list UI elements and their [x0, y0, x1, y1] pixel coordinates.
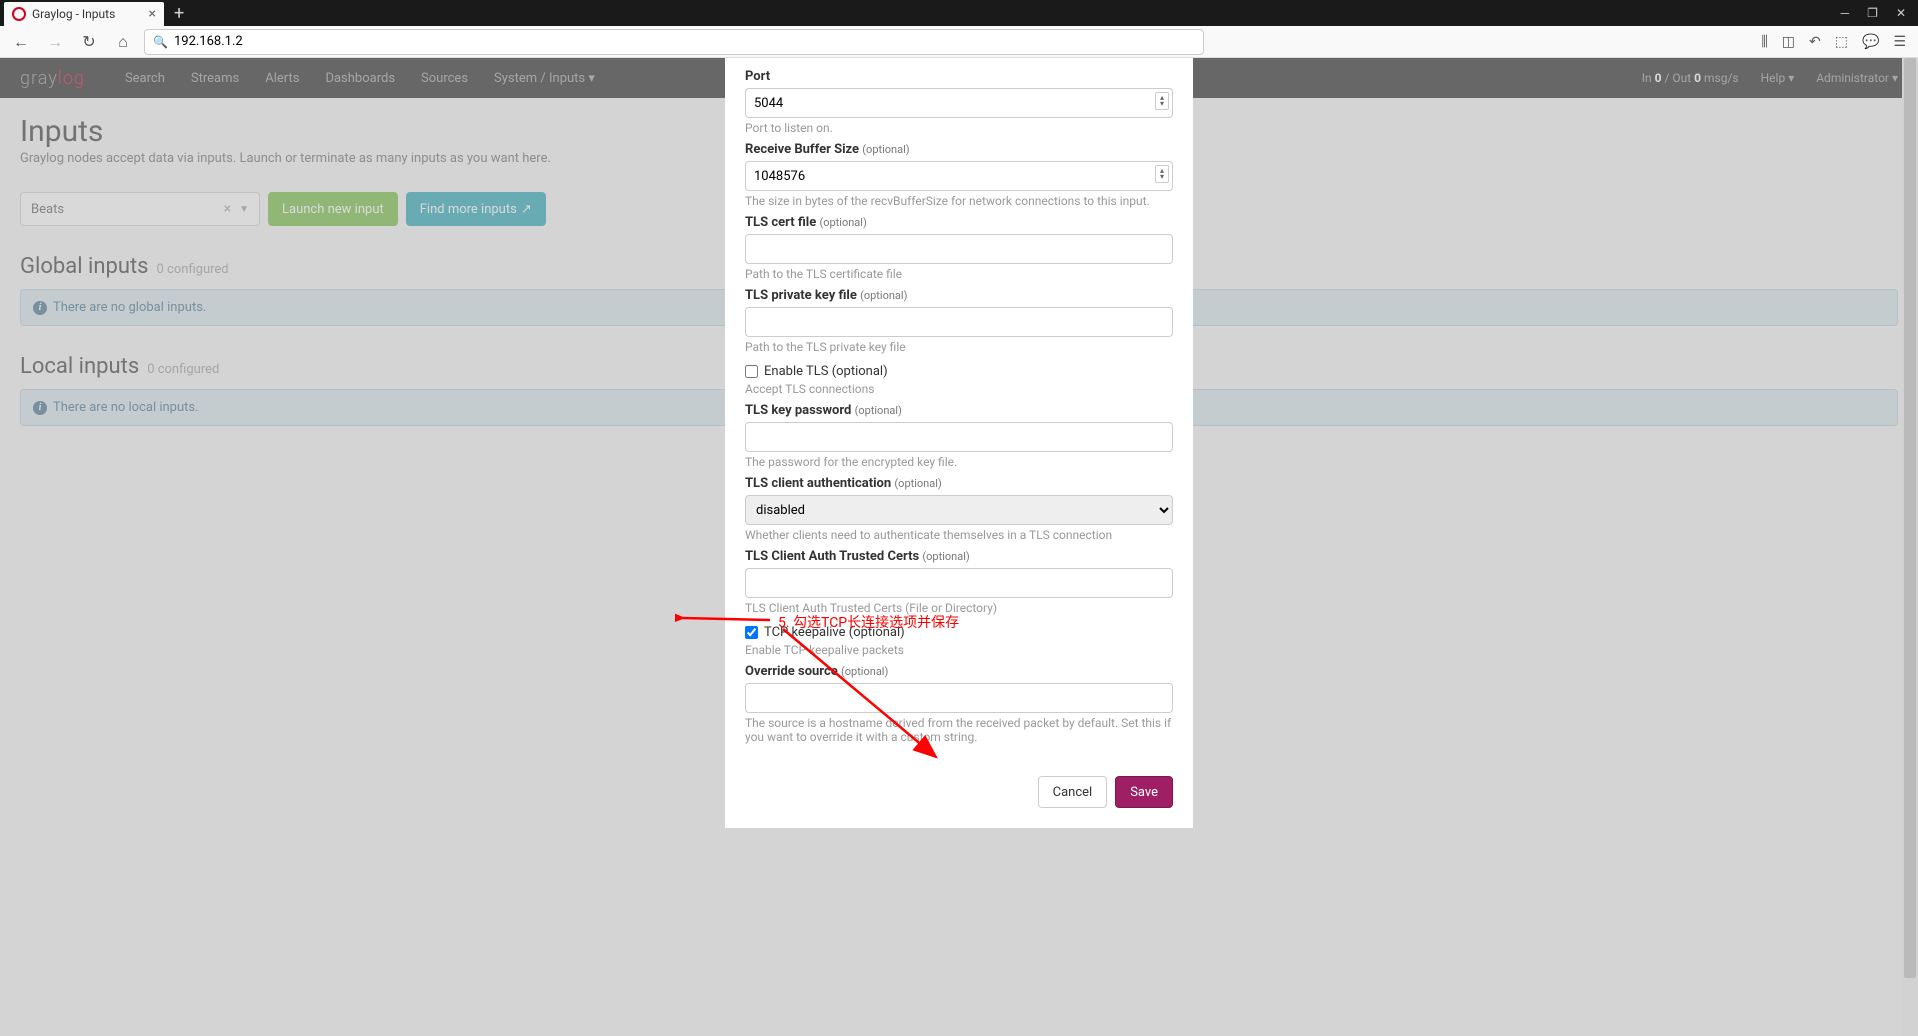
- nav-alerts[interactable]: Alerts: [265, 71, 299, 86]
- number-spinner[interactable]: ▴▾: [1155, 165, 1169, 183]
- recv-buffer-input[interactable]: [745, 161, 1173, 191]
- tls-keypass-input[interactable]: [745, 422, 1173, 452]
- local-inputs-heading: Local inputs: [20, 354, 139, 379]
- scrollbar-thumb[interactable]: [1904, 58, 1916, 978]
- tls-trusted-help: TLS Client Auth Trusted Certs (File or D…: [745, 601, 1173, 615]
- select-value: Beats: [31, 202, 64, 217]
- override-source-label: Override source (optional): [745, 664, 1173, 679]
- tls-trusted-label: TLS Client Auth Trusted Certs (optional): [745, 549, 1173, 564]
- nav-streams[interactable]: Streams: [191, 71, 239, 86]
- search-icon: 🔍: [153, 35, 168, 49]
- tls-keypass-help: The password for the encrypted key file.: [745, 455, 1173, 469]
- back-button[interactable]: ←: [8, 29, 34, 55]
- find-inputs-button[interactable]: Find more inputs ↗: [406, 192, 546, 226]
- url-bar[interactable]: 🔍: [144, 29, 1204, 55]
- override-source-input[interactable]: [745, 683, 1173, 713]
- chevron-down-icon: ▼: [239, 204, 249, 215]
- tcp-keepalive-label: TCP keepalive (optional): [764, 625, 905, 640]
- admin-menu[interactable]: Administrator ▾: [1816, 71, 1898, 85]
- launch-input-button[interactable]: Launch new input: [268, 192, 398, 226]
- url-input[interactable]: [174, 34, 1195, 49]
- save-button[interactable]: Save: [1115, 776, 1173, 808]
- addon-icon[interactable]: ⬚: [1835, 34, 1848, 50]
- port-help: Port to listen on.: [745, 121, 1173, 135]
- input-type-select[interactable]: Beats × ▼: [20, 192, 260, 226]
- tls-trusted-input[interactable]: [745, 568, 1173, 598]
- tcp-keepalive-checkbox[interactable]: [745, 626, 758, 639]
- enable-tls-checkbox[interactable]: [745, 365, 758, 378]
- window-controls: ─ ❐ ✕: [1841, 6, 1918, 20]
- port-input[interactable]: [745, 88, 1173, 118]
- menu-icon[interactable]: ☰: [1893, 34, 1906, 50]
- library-icon[interactable]: ⫼: [1761, 34, 1767, 50]
- override-source-help: The source is a hostname derived from th…: [745, 716, 1173, 744]
- throughput-status: In 0 / Out 0 msg/s: [1642, 71, 1739, 85]
- tls-cert-help: Path to the TLS certificate file: [745, 267, 1173, 281]
- global-inputs-heading: Global inputs: [20, 254, 149, 279]
- tls-auth-label: TLS client authentication (optional): [745, 476, 1173, 491]
- port-label: Port: [745, 69, 1173, 84]
- new-tab-button[interactable]: +: [174, 3, 184, 24]
- tcp-keepalive-help: Enable TCP keepalive packets: [745, 643, 1173, 657]
- nav-sources[interactable]: Sources: [421, 71, 468, 86]
- forward-button[interactable]: →: [42, 29, 68, 55]
- graylog-logo[interactable]: graylog: [20, 68, 85, 89]
- info-icon: i: [33, 401, 47, 415]
- tls-auth-select[interactable]: disabled: [745, 495, 1173, 525]
- tls-pkey-input[interactable]: [745, 307, 1173, 337]
- home-button[interactable]: ⌂: [110, 29, 136, 55]
- tab-title: Graylog - Inputs: [32, 7, 143, 21]
- tls-keypass-label: TLS key password (optional): [745, 403, 1173, 418]
- help-menu[interactable]: Help ▾: [1761, 71, 1795, 85]
- chat-icon[interactable]: 💬: [1862, 34, 1879, 50]
- clear-icon[interactable]: ×: [224, 201, 231, 217]
- browser-toolbar: ← → ↻ ⌂ 🔍 ⫼ ◫ ↶ ⬚ 💬 ☰: [0, 26, 1918, 58]
- recv-buffer-label: Receive Buffer Size (optional): [745, 142, 1173, 157]
- sidebar-icon[interactable]: ◫: [1782, 34, 1795, 50]
- recv-buffer-help: The size in bytes of the recvBufferSize …: [745, 194, 1173, 208]
- info-icon: i: [33, 301, 47, 315]
- nav-search[interactable]: Search: [125, 71, 165, 86]
- scrollbar[interactable]: [1902, 58, 1918, 1036]
- tls-cert-label: TLS cert file (optional): [745, 215, 1173, 230]
- enable-tls-help: Accept TLS connections: [745, 382, 1173, 396]
- enable-tls-label: Enable TLS (optional): [764, 364, 888, 379]
- global-inputs-count: 0 configured: [157, 262, 229, 277]
- cancel-button[interactable]: Cancel: [1038, 776, 1108, 808]
- nav-system[interactable]: System / Inputs ▾: [494, 71, 595, 86]
- tls-pkey-help: Path to the TLS private key file: [745, 340, 1173, 354]
- nav-dashboards[interactable]: Dashboards: [325, 71, 395, 86]
- tab-favicon: [12, 7, 26, 21]
- minimize-icon[interactable]: ─: [1841, 6, 1850, 20]
- undo-icon[interactable]: ↶: [1809, 34, 1821, 50]
- tls-pkey-label: TLS private key file (optional): [745, 288, 1173, 303]
- tls-auth-help: Whether clients need to authenticate the…: [745, 528, 1173, 542]
- close-tab-icon[interactable]: ×: [149, 6, 156, 22]
- browser-tab-bar: Graylog - Inputs × + ─ ❐ ✕: [0, 0, 1918, 26]
- close-window-icon[interactable]: ✕: [1896, 6, 1906, 20]
- tls-cert-input[interactable]: [745, 234, 1173, 264]
- browser-tab[interactable]: Graylog - Inputs ×: [4, 2, 164, 26]
- number-spinner[interactable]: ▴▾: [1155, 92, 1169, 110]
- reload-button[interactable]: ↻: [76, 29, 102, 55]
- local-inputs-count: 0 configured: [147, 362, 219, 377]
- input-config-modal: Port ▴▾ Port to listen on. Receive Buffe…: [725, 58, 1193, 828]
- external-link-icon: ↗: [521, 202, 532, 217]
- maximize-icon[interactable]: ❐: [1867, 6, 1878, 20]
